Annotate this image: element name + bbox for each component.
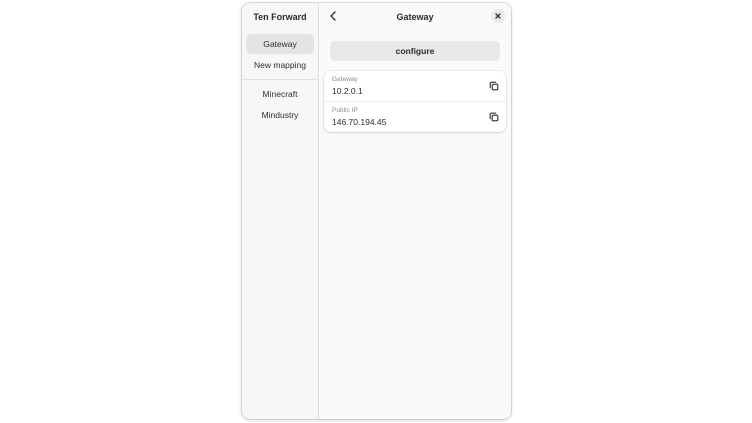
mapping-list: Minecraft Mindustry	[242, 84, 318, 125]
gateway-label: Gateway	[332, 76, 358, 83]
sidebar-title: Ten Forward	[253, 11, 307, 22]
gateway-info-list: Gateway 10.2.0.1 Public IP 146.70.194.45	[324, 71, 506, 132]
main-content: Gateway configure Gateway 10.2.0.1 Publi…	[319, 3, 511, 419]
sidebar-item-new-mapping[interactable]: New mapping	[246, 55, 314, 75]
app-window: Ten Forward Gateway New mapping Minecraf…	[242, 3, 511, 419]
sidebar-item-mindustry[interactable]: Mindustry	[246, 105, 314, 125]
copy-gateway-button[interactable]	[488, 80, 500, 92]
copy-icon	[489, 81, 499, 91]
sidebar: Ten Forward Gateway New mapping Minecraf…	[242, 3, 319, 419]
close-icon	[495, 13, 501, 19]
sidebar-nav: Gateway New mapping	[242, 30, 318, 75]
copy-public-ip-button[interactable]	[488, 111, 500, 123]
page-title: Gateway	[396, 11, 434, 22]
copy-icon	[489, 112, 499, 122]
back-button[interactable]	[325, 8, 341, 24]
content-header: Gateway	[319, 3, 511, 30]
close-button[interactable]	[491, 9, 505, 23]
sidebar-separator	[242, 79, 318, 80]
public-ip-label: Public IP	[332, 107, 358, 114]
sidebar-item-minecraft[interactable]: Minecraft	[246, 84, 314, 104]
public-ip-row: Public IP 146.70.194.45	[324, 101, 506, 132]
gateway-row: Gateway 10.2.0.1	[324, 71, 506, 101]
configure-button[interactable]: configure	[330, 41, 500, 61]
chevron-left-icon	[330, 11, 336, 21]
public-ip-value: 146.70.194.45	[332, 117, 387, 127]
gateway-value: 10.2.0.1	[332, 86, 363, 96]
sidebar-item-gateway[interactable]: Gateway	[246, 34, 314, 54]
